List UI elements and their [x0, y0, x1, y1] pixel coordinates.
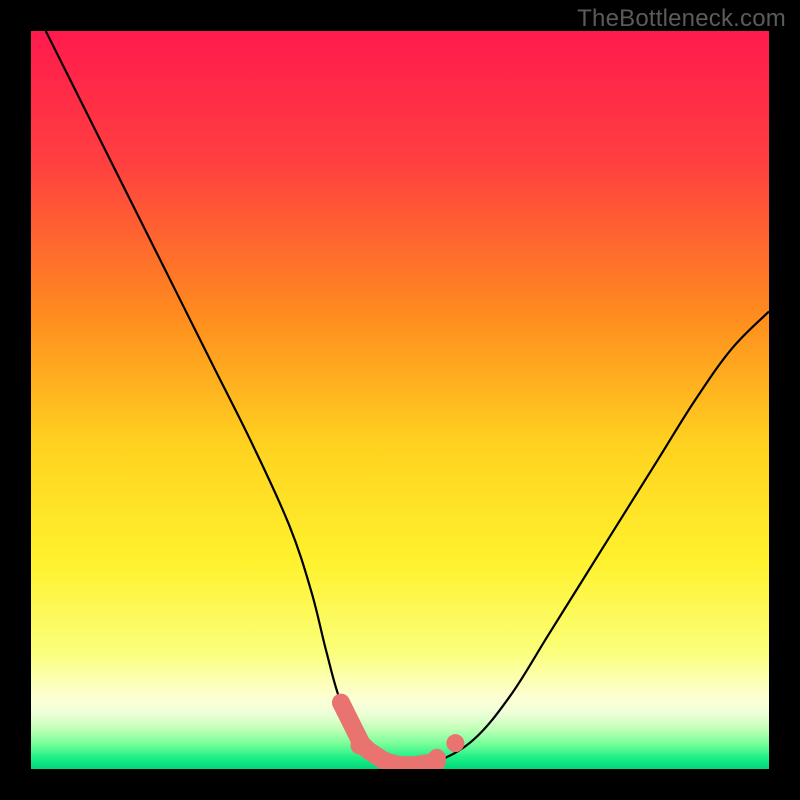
curve-layer	[31, 31, 769, 769]
curve-marker	[446, 734, 464, 752]
watermark-text: TheBottleneck.com	[577, 5, 786, 33]
curve-marker	[428, 749, 446, 767]
flat-region-marker	[341, 703, 437, 766]
plot-area	[31, 31, 769, 769]
bottleneck-curve	[46, 31, 769, 766]
curve-marker	[336, 701, 354, 719]
chart-frame: TheBottleneck.com	[0, 0, 800, 800]
curve-marker	[350, 736, 368, 754]
